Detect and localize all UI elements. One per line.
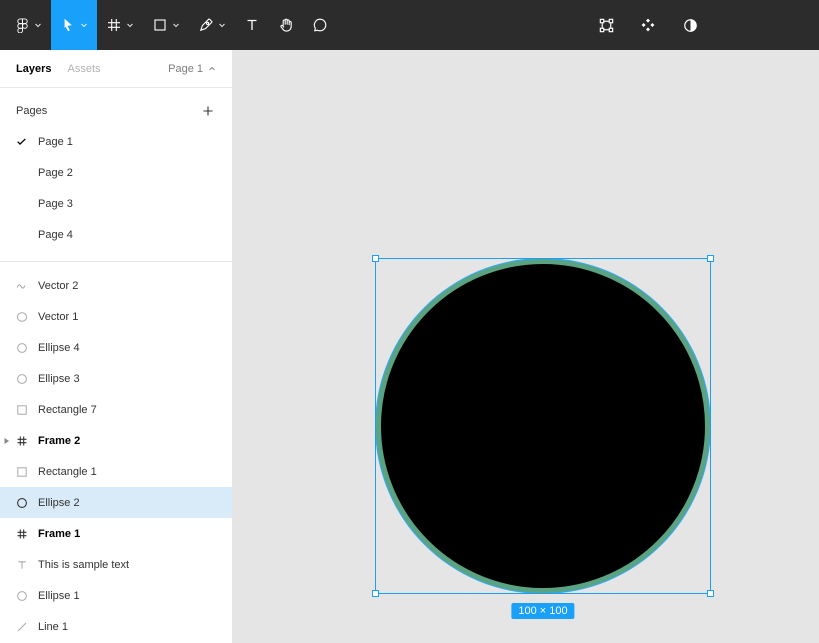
layer-row-rectangle7[interactable]: Rectangle 7 xyxy=(0,394,232,425)
use-as-mask-button[interactable] xyxy=(679,9,701,41)
layer-name: Ellipse 3 xyxy=(38,372,80,385)
checkmark-icon xyxy=(16,136,38,147)
layer-row-ellipse1[interactable]: Ellipse 1 xyxy=(0,580,232,611)
main-menu-button[interactable] xyxy=(6,0,51,50)
create-component-button[interactable] xyxy=(637,9,659,41)
toolbar-left-group xyxy=(0,0,337,50)
layer-name: Vector 1 xyxy=(38,310,79,323)
pen-tool-button[interactable] xyxy=(189,0,235,50)
pages-header-label: Pages xyxy=(16,105,48,117)
chevron-down-icon[interactable] xyxy=(218,21,226,29)
frame-tool-button[interactable] xyxy=(97,0,143,50)
edit-object-button[interactable] xyxy=(595,9,617,41)
component-diamonds-icon xyxy=(641,18,655,32)
ellipse-icon xyxy=(16,590,28,602)
page-name: Page 1 xyxy=(38,135,73,148)
resize-handle-top-left[interactable] xyxy=(372,255,379,262)
shape-tool-button[interactable] xyxy=(143,0,189,50)
ellipse-icon xyxy=(16,497,28,509)
comment-bubble-icon xyxy=(313,18,327,32)
text-icon xyxy=(16,559,28,571)
ellipse-icon xyxy=(16,342,28,354)
page-name: Page 4 xyxy=(38,228,73,241)
page-item-page2[interactable]: Page 2 xyxy=(0,157,232,188)
hand-tool-button[interactable] xyxy=(269,0,303,50)
text-tool-button[interactable] xyxy=(235,0,269,50)
layer-name: This is sample text xyxy=(38,558,130,571)
layer-name: Ellipse 2 xyxy=(38,496,80,509)
layer-name: Vector 2 xyxy=(38,279,79,292)
page-name: Page 2 xyxy=(38,166,73,179)
layer-list: Vector 2 Vector 1 Ellipse 4 Ellipse 3 Re… xyxy=(0,270,232,642)
layer-name: Rectangle 7 xyxy=(38,403,97,416)
chevron-down-icon[interactable] xyxy=(80,21,88,29)
expand-caret-icon[interactable] xyxy=(4,437,10,445)
move-tool-button[interactable] xyxy=(51,0,97,50)
hand-icon xyxy=(280,18,292,32)
ellipse-icon xyxy=(16,373,28,385)
plus-icon xyxy=(203,106,213,116)
layer-row-sample-text[interactable]: This is sample text xyxy=(0,549,232,580)
edit-object-icon xyxy=(599,18,613,32)
layer-name: Rectangle 1 xyxy=(38,465,97,478)
layer-row-ellipse2[interactable]: Ellipse 2 xyxy=(0,487,232,518)
layer-row-frame2[interactable]: Frame 2 xyxy=(0,425,232,456)
layer-row-frame1[interactable]: Frame 1 xyxy=(0,518,232,549)
layer-name: Frame 2 xyxy=(38,434,81,447)
line-icon xyxy=(16,621,28,633)
page-name: Page 3 xyxy=(38,197,73,210)
toolbar-right-group xyxy=(595,0,701,50)
rectangle-icon xyxy=(16,404,28,416)
selection-bounding-box: 100 × 100 xyxy=(372,255,714,619)
canvas[interactable]: 100 × 100 xyxy=(233,50,819,643)
layer-row-ellipse3[interactable]: Ellipse 3 xyxy=(0,363,232,394)
comment-tool-button[interactable] xyxy=(303,0,337,50)
pages-section-header: Pages xyxy=(0,96,232,126)
frame-hash-icon xyxy=(16,435,28,447)
rectangle-icon xyxy=(154,19,166,31)
rectangle-icon xyxy=(16,466,28,478)
selection-size-badge: 100 × 100 xyxy=(511,603,575,619)
mask-half-circle-icon xyxy=(683,18,697,32)
figma-app: Layers Assets Page 1 Pages Page 1 Page 2… xyxy=(0,0,819,643)
page-list: Page 1 Page 2 Page 3 Page 4 xyxy=(0,126,232,250)
toolbar xyxy=(0,0,819,50)
figma-logo-icon xyxy=(17,17,28,33)
caret-up-icon xyxy=(209,66,215,70)
layer-row-line1[interactable]: Line 1 xyxy=(0,611,232,642)
page-item-page4[interactable]: Page 4 xyxy=(0,219,232,250)
sidebar-divider xyxy=(0,261,232,262)
resize-handle-top-right[interactable] xyxy=(707,255,714,262)
page-selector-label: Page 1 xyxy=(168,62,203,75)
page-item-page3[interactable]: Page 3 xyxy=(0,188,232,219)
pen-icon xyxy=(199,18,213,32)
vector-circle-icon xyxy=(16,311,28,323)
chevron-down-icon[interactable] xyxy=(34,21,42,29)
layer-name: Ellipse 4 xyxy=(38,341,80,354)
layer-row-rectangle1[interactable]: Rectangle 1 xyxy=(0,456,232,487)
frame-hash-icon xyxy=(108,19,120,31)
layer-row-vector2[interactable]: Vector 2 xyxy=(0,270,232,301)
chevron-down-icon[interactable] xyxy=(172,21,180,29)
add-page-button[interactable] xyxy=(200,103,216,119)
page-item-page1[interactable]: Page 1 xyxy=(0,126,232,157)
layer-name: Frame 1 xyxy=(38,527,81,540)
vector-path-icon xyxy=(16,280,28,292)
chevron-down-icon[interactable] xyxy=(126,21,134,29)
resize-handle-bottom-left[interactable] xyxy=(372,590,379,597)
tab-layers[interactable]: Layers xyxy=(16,63,51,75)
ellipse-2-shape[interactable] xyxy=(376,259,710,593)
layer-name: Line 1 xyxy=(38,620,68,633)
layer-name: Ellipse 1 xyxy=(38,589,80,602)
frame-hash-icon xyxy=(16,528,28,540)
move-cursor-icon xyxy=(64,18,72,32)
tab-assets[interactable]: Assets xyxy=(67,63,100,75)
layer-row-ellipse4[interactable]: Ellipse 4 xyxy=(0,332,232,363)
panel-tabs: Layers Assets Page 1 xyxy=(0,50,232,88)
text-icon xyxy=(247,19,257,30)
resize-handle-bottom-right[interactable] xyxy=(707,590,714,597)
layers-panel: Layers Assets Page 1 Pages Page 1 Page 2… xyxy=(0,50,233,643)
page-selector[interactable]: Page 1 xyxy=(168,63,216,75)
layer-row-vector1[interactable]: Vector 1 xyxy=(0,301,232,332)
